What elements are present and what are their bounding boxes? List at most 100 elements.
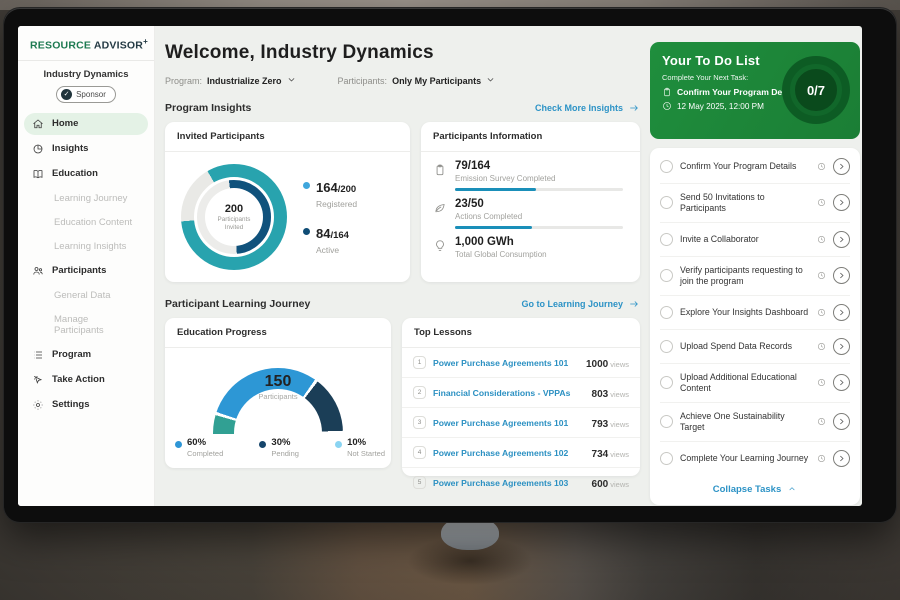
- task-checkbox[interactable]: [660, 415, 673, 428]
- donut-chart: 200 Participants Invited: [181, 164, 287, 270]
- task-go-button[interactable]: [833, 304, 850, 321]
- donut-center: 200 Participants Invited: [205, 188, 263, 246]
- monitor-bezel: RESOURCE ADVISOR+ Industry Dynamics ✓ Sp…: [4, 8, 896, 522]
- clock-icon: [817, 162, 826, 171]
- clock-icon: [817, 271, 826, 280]
- task-row[interactable]: Invite a Collaborator: [660, 223, 850, 257]
- lesson-title-link[interactable]: Financial Considerations - VPPAs: [433, 388, 585, 398]
- program-dropdown[interactable]: Program: Industrialize Zero: [165, 75, 296, 86]
- lesson-title-link[interactable]: Power Purchase Agreements 103: [433, 478, 585, 488]
- sidebar-item-home[interactable]: Home: [24, 113, 148, 135]
- divider: [18, 60, 154, 61]
- clock-icon: [817, 198, 826, 207]
- sidebar-item-program[interactable]: Program: [24, 344, 148, 366]
- lesson-title-link[interactable]: Power Purchase Agreements 101: [433, 358, 579, 368]
- task-checkbox[interactable]: [660, 452, 673, 465]
- clock-icon: [817, 378, 826, 387]
- link-label: Check More Insights: [535, 103, 623, 113]
- sidebar-item-education-content[interactable]: Education Content: [24, 212, 148, 233]
- task-go-button[interactable]: [833, 194, 850, 211]
- chevron-right-icon: [837, 162, 846, 171]
- task-label: Complete Your Learning Journey: [680, 453, 810, 464]
- task-go-button[interactable]: [833, 374, 850, 391]
- donut-legend: 164/200 Registered 84/164 Active: [303, 179, 357, 255]
- lesson-row: 3 Power Purchase Agreements 101 793views: [402, 408, 640, 438]
- lesson-title-link[interactable]: Power Purchase Agreements 101: [433, 418, 585, 428]
- task-go-button[interactable]: [833, 158, 850, 175]
- sidebar-item-insights[interactable]: Insights: [24, 138, 148, 160]
- arrow-right-icon: [628, 103, 640, 113]
- legend-pct: 30%: [271, 438, 299, 448]
- task-row[interactable]: Upload Additional Educational Content: [660, 364, 850, 403]
- task-go-button[interactable]: [833, 338, 850, 355]
- lesson-views: 1000: [586, 359, 608, 370]
- task-row[interactable]: Send 50 Invitations to Participants: [660, 184, 850, 223]
- collapse-tasks-button[interactable]: Collapse Tasks: [660, 475, 850, 503]
- todo-header-card: Your To Do List Complete Your Next Task:…: [650, 42, 860, 139]
- legend-pct: 60%: [187, 438, 223, 448]
- task-checkbox[interactable]: [660, 269, 673, 282]
- sidebar-item-general-data[interactable]: General Data: [24, 285, 148, 306]
- task-row[interactable]: Explore Your Insights Dashboard: [660, 296, 850, 330]
- card-title: Top Lessons: [402, 318, 640, 348]
- lesson-row: 2 Financial Considerations - VPPAs 803vi…: [402, 378, 640, 408]
- sidebar-item-learning-journey[interactable]: Learning Journey: [24, 188, 148, 209]
- invited-participants-card: Invited Participants 200 Participants In…: [165, 122, 410, 282]
- card-title: Invited Participants: [165, 122, 410, 152]
- program-icon: [32, 349, 44, 361]
- sidebar-item-take-action[interactable]: Take Action: [24, 369, 148, 391]
- donut-center-value: 200: [225, 203, 243, 215]
- stat-actions-completed: 23/50 Actions Completed: [433, 198, 626, 229]
- task-row[interactable]: Confirm Your Program Details: [660, 150, 850, 184]
- sidebar-item-learning-insights[interactable]: Learning Insights: [24, 236, 148, 257]
- task-row[interactable]: Complete Your Learning Journey: [660, 442, 850, 475]
- stat-label: Total Global Consumption: [455, 250, 547, 259]
- page-title: Welcome, Industry Dynamics: [165, 42, 640, 64]
- lesson-title-link[interactable]: Power Purchase Agreements 102: [433, 448, 585, 458]
- task-row[interactable]: Achieve One Sustainability Target: [660, 403, 850, 442]
- sidebar-item-manage-participants[interactable]: Manage Participants: [24, 309, 148, 341]
- participants-dropdown[interactable]: Participants: Only My Participants: [338, 75, 496, 86]
- stat-emission-survey: 79/164 Emission Survey Completed: [433, 160, 626, 191]
- sidebar-item-participants[interactable]: Participants: [24, 260, 148, 282]
- legend-suffix: /164: [330, 230, 349, 241]
- sidebar-nav: Home Insights Education Learning Journey…: [18, 113, 154, 416]
- sidebar-item-settings[interactable]: Settings: [24, 394, 148, 416]
- stat-value: 79/164: [455, 160, 623, 173]
- todo-progress-value: 0/7: [790, 64, 842, 116]
- go-to-learning-journey-link[interactable]: Go to Learning Journey: [521, 299, 640, 309]
- lesson-row: 1 Power Purchase Agreements 101 1000view…: [402, 348, 640, 378]
- task-checkbox[interactable]: [660, 233, 673, 246]
- check-more-insights-link[interactable]: Check More Insights: [535, 103, 640, 113]
- lesson-views-label: views: [610, 360, 629, 369]
- task-checkbox[interactable]: [660, 376, 673, 389]
- task-label: Confirm Your Program Details: [680, 161, 810, 172]
- sponsor-badge[interactable]: ✓ Sponsor: [56, 86, 116, 103]
- section-title: Program Insights: [165, 102, 251, 114]
- todo-progress-ring: 0/7: [782, 56, 850, 124]
- task-go-button[interactable]: [833, 450, 850, 467]
- task-go-button[interactable]: [833, 267, 850, 284]
- filter-bar: Program: Industrialize Zero Participants…: [165, 75, 640, 86]
- progress-track: [455, 226, 623, 230]
- logo-resource: RESOURCE: [30, 40, 91, 52]
- card-title: Participants Information: [421, 122, 640, 152]
- task-checkbox[interactable]: [660, 340, 673, 353]
- task-row[interactable]: Verify participants requesting to join t…: [660, 257, 850, 296]
- task-go-button[interactable]: [833, 231, 850, 248]
- todo-tasks-card: Confirm Your Program Details Send 50 Inv…: [650, 148, 860, 505]
- sidebar-item-label: Insights: [52, 143, 88, 154]
- stat-global-consumption: 1,000 GWh Total Global Consumption: [433, 236, 626, 259]
- task-checkbox[interactable]: [660, 196, 673, 209]
- lesson-row: 5 Power Purchase Agreements 103 600views: [402, 468, 640, 497]
- chevron-right-icon: [837, 342, 846, 351]
- chevron-right-icon: [837, 198, 846, 207]
- task-go-button[interactable]: [833, 413, 850, 430]
- sidebar-item-education[interactable]: Education: [24, 163, 148, 185]
- program-label: Program:: [165, 76, 202, 86]
- legend-not-started: 10% Not Started: [335, 438, 385, 458]
- task-row[interactable]: Upload Spend Data Records: [660, 330, 850, 364]
- task-checkbox[interactable]: [660, 160, 673, 173]
- legend-dot: [335, 441, 342, 448]
- task-checkbox[interactable]: [660, 306, 673, 319]
